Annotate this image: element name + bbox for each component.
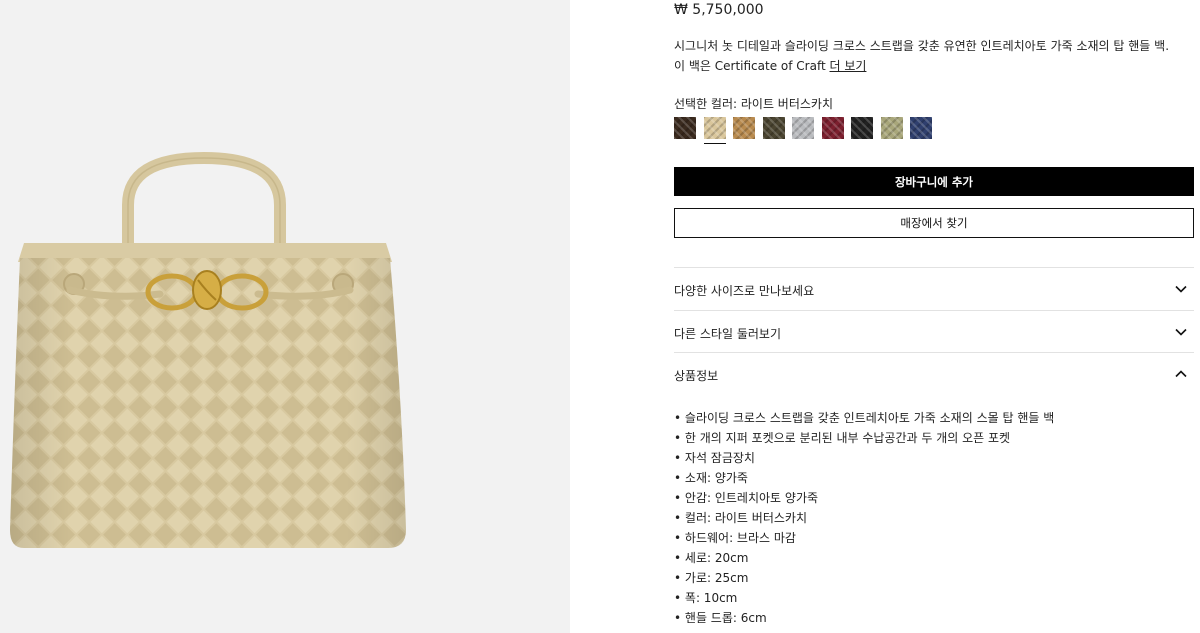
product-details-list: 슬라이딩 크로스 스트랩을 갖춘 인트레치아토 가죽 소재의 스몰 탑 핸들 백…: [674, 408, 1054, 628]
list-item: 슬라이딩 크로스 스트랩을 갖춘 인트레치아토 가죽 소재의 스몰 탑 핸들 백: [674, 408, 1054, 428]
swatch-texture: [733, 117, 755, 139]
description-line-1: 시그니처 놋 디테일과 슬라이딩 크로스 스트랩을 갖춘 유연한 인트레치아토 …: [674, 39, 1170, 53]
accordion-product-info[interactable]: 상품정보: [674, 352, 1194, 395]
list-item: 한 개의 지퍼 포켓으로 분리된 내부 수납공간과 두 개의 오픈 포켓: [674, 428, 1054, 448]
swatch-texture: [821, 117, 844, 139]
chevron-down-icon: [1175, 328, 1187, 336]
swatch-texture: [910, 117, 932, 139]
chevron-down-icon: [1175, 285, 1187, 293]
accordion-styles[interactable]: 다른 스타일 둘러보기: [674, 310, 1194, 353]
description-line-2: 이 백은 Certificate of Craft 더 보기: [674, 56, 1194, 76]
add-to-cart-button[interactable]: 장바구니에 추가: [674, 167, 1194, 196]
color-swatch-grey[interactable]: [792, 117, 814, 139]
color-swatch-light-butterscotch[interactable]: [703, 117, 726, 144]
color-swatch-sage[interactable]: [880, 117, 903, 139]
color-swatch-dark-brown[interactable]: [674, 117, 696, 139]
list-item: 하드웨어: 브라스 마감: [674, 528, 1054, 548]
list-item: 핸들 드롭: 6cm: [674, 608, 1054, 628]
swatch-texture: [703, 117, 726, 139]
list-item: 폭: 10cm: [674, 588, 1054, 608]
list-item: 컬러: 라이트 버터스카치: [674, 508, 1054, 528]
color-swatches: [674, 117, 940, 144]
list-item: 자석 잠금장치: [674, 448, 1054, 468]
swatch-texture: [792, 117, 814, 139]
accordion-styles-label: 다른 스타일 둘러보기: [674, 327, 781, 341]
product-price: ₩ 5,750,000: [674, 2, 764, 18]
chevron-up-icon: [1175, 370, 1187, 378]
color-swatch-black[interactable]: [851, 117, 873, 139]
swatch-texture: [674, 117, 696, 139]
swatch-texture: [880, 117, 903, 139]
accordion-sizes[interactable]: 다양한 사이즈로 만나보세요: [674, 267, 1194, 310]
color-swatch-tan[interactable]: [733, 117, 755, 139]
product-image-panel[interactable]: [0, 0, 570, 633]
swatch-texture: [762, 117, 785, 139]
color-swatch-navy[interactable]: [910, 117, 932, 139]
find-in-store-button[interactable]: 매장에서 찾기: [674, 208, 1194, 238]
list-item: 세로: 20cm: [674, 548, 1054, 568]
color-swatch-olive-dark[interactable]: [762, 117, 785, 139]
list-item: 소재: 양가죽: [674, 468, 1054, 488]
color-swatch-burgundy[interactable]: [821, 117, 844, 139]
product-description: 시그니처 놋 디테일과 슬라이딩 크로스 스트랩을 갖춘 유연한 인트레치아토 …: [674, 36, 1194, 76]
accordion-product-info-label: 상품정보: [674, 369, 719, 383]
more-link[interactable]: 더 보기: [830, 59, 867, 73]
selected-color-label: 선택한 컬러: 라이트 버터스카치: [674, 97, 834, 111]
description-line-2-text: 이 백은 Certificate of Craft: [674, 59, 826, 73]
list-item: 가로: 25cm: [674, 568, 1054, 588]
list-item: 안감: 인트레치아토 양가죽: [674, 488, 1054, 508]
product-image: [10, 151, 406, 548]
swatch-texture: [851, 117, 873, 139]
accordion-sizes-label: 다양한 사이즈로 만나보세요: [674, 284, 815, 298]
